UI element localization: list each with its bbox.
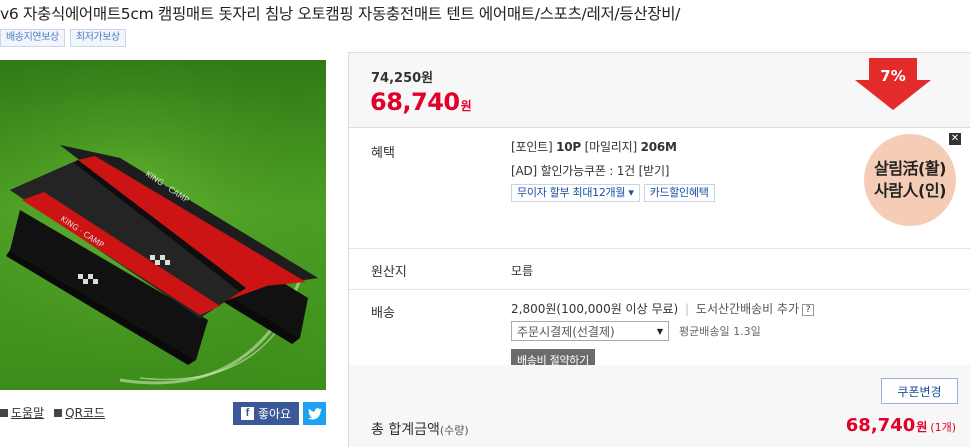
help-icon (0, 408, 8, 417)
discount-badge: 7% (855, 58, 931, 110)
benefit-chips: 무이자 할부 최대12개월 ▾ 카드할인혜택 (511, 184, 715, 202)
sale-price: 68,740원 (370, 88, 472, 116)
product-badges: 배송지연보상 최저가보상 (0, 29, 126, 47)
total-box: 쿠폰변경 총 합계금액(수량) 68,740원 (1개) (349, 365, 970, 447)
qr-label: QR코드 (65, 406, 105, 420)
qr-code-link[interactable]: QR코드 (54, 404, 105, 421)
image-links: 도움말 QR코드 (0, 404, 105, 421)
ad-close-icon[interactable]: ✕ (949, 133, 961, 145)
total-quantity: (1개) (930, 421, 956, 434)
shipping-content: 2,800원(100,000원 이상 무료) | 도서산간배송비 추가? 주문시… (511, 300, 815, 371)
benefits-label: 혜택 (371, 146, 395, 161)
badge-lowest-price[interactable]: 최저가보상 (69, 29, 126, 47)
origin-label: 원산지 (371, 265, 407, 280)
card-discount-button[interactable]: 카드할인혜택 (643, 184, 715, 202)
point-mileage-line: [포인트] 10P [마일리지] 206M (511, 138, 715, 155)
payment-line: 주문시결제(선결제) ▼ 평균배송일 1.3일 (511, 321, 814, 341)
mileage-tag: [마일리지] (584, 140, 638, 154)
installment-dropdown[interactable]: 무이자 할부 최대12개월 ▾ (511, 184, 640, 202)
total-label: 총 합계금액(수량) (371, 419, 469, 439)
benefits-content: [포인트] 10P [마일리지] 206M [AD] 할인가능쿠폰 : 1건 [… (511, 138, 715, 202)
badge-delivery-delay[interactable]: 배송지연보상 (0, 29, 65, 47)
help-link[interactable]: 도움말 (0, 404, 44, 421)
shipping-label: 배송 (371, 306, 395, 321)
ad-line-1: 살림活(활) (874, 159, 946, 178)
shipping-fee: 2,800원(100,000원 이상 무료) (511, 302, 679, 316)
shipping-extra: 도서산간배송비 추가 (695, 302, 800, 316)
discount-rate: 7% (880, 67, 906, 85)
shipping-fee-line: 2,800원(100,000원 이상 무료) | 도서산간배송비 추가? (511, 300, 815, 317)
shipping-payment-select[interactable]: 주문시결제(선결제) ▼ (511, 321, 669, 341)
avg-delivery-days: 평균배송일 1.3일 (679, 325, 761, 338)
qr-icon (54, 408, 63, 417)
original-price: 74,250원 (371, 71, 434, 86)
total-label-suffix: (수량) (439, 424, 469, 437)
total-price-unit: 원 (916, 420, 928, 434)
facebook-icon: f (240, 407, 254, 420)
help-label: 도움말 (11, 406, 45, 420)
sale-price-value: 68,740 (370, 88, 460, 116)
facebook-like-button[interactable]: f 좋아요 (233, 402, 299, 425)
sale-price-unit: 원 (460, 99, 472, 113)
twitter-share-button[interactable] (303, 402, 326, 425)
chevron-down-icon: ▼ (656, 326, 663, 336)
point-value: 10P (556, 140, 582, 154)
shipping-help-icon[interactable]: ? (802, 303, 815, 316)
facebook-like-label: 좋아요 (257, 407, 292, 421)
origin-row: 원산지 모름 (349, 249, 970, 290)
twitter-icon (307, 407, 322, 420)
ad-line-2: 사람人(인) (874, 181, 946, 200)
coupon-line[interactable]: [AD] 할인가능쿠폰 : 1건 [받기] (511, 162, 715, 179)
shipping-payment-value: 주문시결제(선결제) (517, 324, 615, 339)
ad-banner[interactable]: 살림活(활) 사람人(인) (864, 134, 956, 226)
purchase-panel: 74,250원 68,740원 7% 혜택 [포인트] 10P [마일리지] 2… (348, 52, 970, 447)
product-image[interactable]: KING · CAMP KING · CAMP (0, 60, 326, 390)
point-tag: [포인트] (511, 140, 553, 154)
coupon-change-button[interactable]: 쿠폰변경 (881, 378, 958, 404)
price-box: 74,250원 68,740원 7% (349, 52, 970, 128)
mileage-value: 206M (640, 140, 677, 154)
total-price-value: 68,740 (845, 415, 916, 436)
product-title: v6 자충식에어매트5cm 캠핑매트 돗자리 침낭 오토캠핑 자동충전매트 텐트… (0, 5, 681, 23)
origin-value: 모름 (511, 264, 534, 278)
total-price: 68,740원 (1개) (846, 415, 956, 436)
total-label-text: 총 합계금액 (371, 422, 440, 438)
